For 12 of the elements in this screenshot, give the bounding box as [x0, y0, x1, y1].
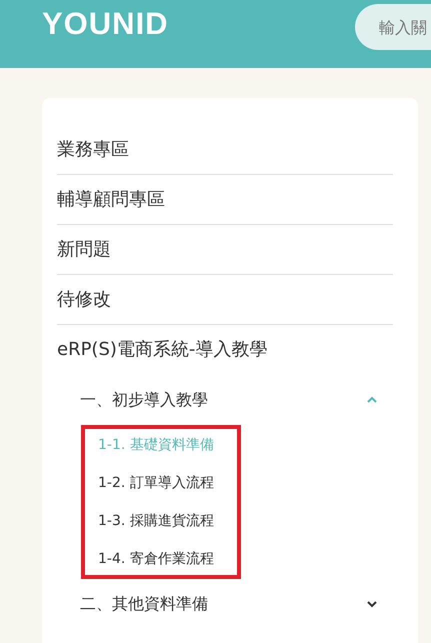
submenu-item[interactable]: 1-4. 寄倉作業流程 — [98, 543, 231, 575]
section-item[interactable]: 一、初步導入教學 — [80, 390, 208, 410]
submenu-item[interactable]: 1-2. 訂單導入流程 — [98, 467, 231, 505]
search-field[interactable]: 輸入關 — [355, 4, 431, 50]
menu-item[interactable]: 新問題 — [57, 225, 393, 275]
section-item[interactable]: 二、其他資料準備 — [80, 594, 208, 614]
menu-item[interactable]: 業務專區 — [57, 125, 393, 175]
menu-item[interactable]: eRP(S)電商系統-導入教學 — [57, 325, 393, 375]
menu-item[interactable]: 待修改 — [57, 275, 393, 325]
menu-item[interactable]: 輔導顧問專區 — [57, 175, 393, 225]
submenu-item[interactable]: 1-3. 採購進貨流程 — [98, 505, 231, 543]
chevron-down-icon[interactable] — [367, 599, 377, 609]
